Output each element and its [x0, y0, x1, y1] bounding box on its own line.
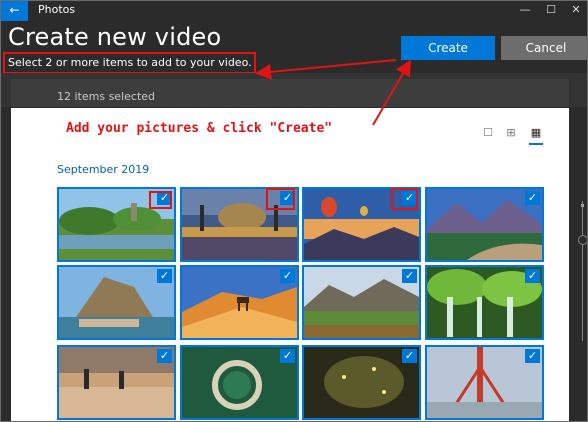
arrow-to-subtitle [255, 59, 397, 80]
photos-window: ← Photos — ☐ ✕ Create new video Create C… [0, 0, 588, 422]
annotation-arrows [255, 59, 412, 126]
arrow-to-create [372, 59, 412, 126]
